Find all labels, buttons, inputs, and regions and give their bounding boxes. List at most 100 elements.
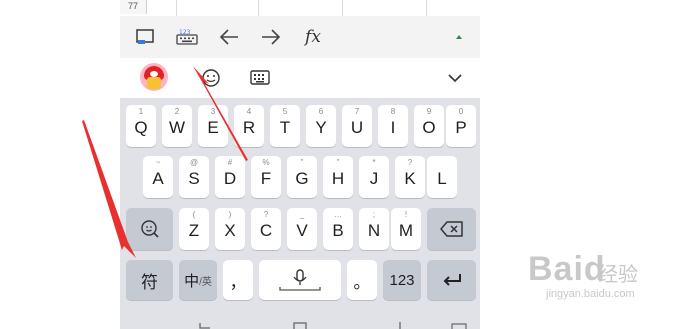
key-label: P bbox=[455, 118, 467, 137]
key-label: G bbox=[295, 169, 309, 188]
key-c[interactable]: ? C bbox=[251, 208, 281, 250]
key-e[interactable]: 3E bbox=[198, 105, 228, 147]
insert-function-button[interactable]: fx bbox=[300, 24, 326, 50]
comma-key[interactable]: ， bbox=[223, 260, 253, 300]
key-label: J bbox=[369, 169, 379, 188]
key-hint: * bbox=[372, 158, 376, 167]
emoji-button[interactable] bbox=[200, 67, 222, 89]
key-hint: 7 bbox=[354, 107, 360, 116]
lang-alt-label: /英 bbox=[199, 276, 212, 288]
key-n[interactable]: ; N bbox=[359, 208, 389, 250]
key-hint: # bbox=[227, 158, 233, 167]
symbols-key[interactable]: 符 bbox=[126, 260, 173, 300]
key-hint: " bbox=[336, 158, 340, 167]
column-divider bbox=[176, 0, 177, 16]
key-w[interactable]: 2W bbox=[162, 105, 192, 147]
key-label: X bbox=[224, 221, 236, 240]
move-left-button[interactable] bbox=[216, 24, 242, 50]
enter-key[interactable] bbox=[427, 260, 476, 300]
key-j[interactable]: * J bbox=[359, 156, 389, 198]
move-right-button[interactable] bbox=[258, 24, 284, 50]
nav-icons bbox=[199, 322, 467, 329]
watermark-brand-cn: 经验 bbox=[598, 264, 638, 286]
key-label: I bbox=[390, 118, 396, 137]
key-label: B bbox=[332, 221, 344, 240]
key-f[interactable]: % F bbox=[251, 156, 281, 198]
key-label: N bbox=[367, 221, 381, 240]
key-hint: @ bbox=[189, 158, 199, 167]
key-hint: ) bbox=[228, 210, 232, 219]
key-label: W bbox=[168, 118, 186, 137]
key-s[interactable]: @ S bbox=[179, 156, 209, 198]
key-label: F bbox=[260, 169, 272, 188]
ime-avatar-icon[interactable] bbox=[140, 63, 168, 91]
key-hint: ? bbox=[263, 210, 269, 219]
key-t[interactable]: 5T bbox=[270, 105, 300, 147]
key-label: H bbox=[331, 169, 345, 188]
key-label: C bbox=[259, 221, 273, 240]
backspace-key[interactable] bbox=[427, 208, 476, 250]
key-hint: 5 bbox=[282, 107, 288, 116]
key-q[interactable]: 1Q bbox=[126, 105, 156, 147]
enter-icon bbox=[443, 274, 461, 286]
key-i[interactable]: 8I bbox=[378, 105, 408, 147]
window-toggle-button[interactable] bbox=[132, 24, 158, 50]
numeric-keyboard-button[interactable]: 123 bbox=[172, 24, 202, 50]
key-o[interactable]: 9O bbox=[414, 105, 444, 147]
key-k[interactable]: ? K bbox=[395, 156, 425, 198]
space-voice-key[interactable] bbox=[259, 260, 341, 300]
key-label: V bbox=[296, 221, 308, 240]
key-hint: ( bbox=[192, 210, 196, 219]
column-divider bbox=[342, 0, 343, 16]
key-m[interactable]: ! M bbox=[391, 208, 421, 250]
key-label: O bbox=[422, 118, 436, 137]
key-hint: ! bbox=[404, 210, 408, 219]
key-hint: _ bbox=[299, 210, 305, 219]
numbers-key[interactable]: 123 bbox=[383, 260, 421, 300]
key-label: S bbox=[188, 169, 200, 188]
key-d[interactable]: # D bbox=[215, 156, 245, 198]
key-y[interactable]: 6Y bbox=[306, 105, 336, 147]
key-x[interactable]: ) X bbox=[215, 208, 245, 250]
key-r[interactable]: 4R bbox=[234, 105, 264, 147]
caret-up-icon bbox=[456, 35, 462, 39]
hide-keyboard-button[interactable] bbox=[444, 68, 466, 88]
period-key[interactable]: 。 bbox=[347, 260, 377, 300]
numeric-keyboard-icon: 123 bbox=[176, 29, 198, 45]
key-g[interactable]: " G bbox=[287, 156, 317, 198]
key-hint: " bbox=[300, 158, 304, 167]
key-l[interactable]: L bbox=[427, 156, 457, 198]
key-u[interactable]: 7U bbox=[342, 105, 372, 147]
collapse-toolbar-button[interactable] bbox=[448, 30, 470, 44]
key-hint: 2 bbox=[174, 107, 180, 116]
arrow-right-icon bbox=[262, 29, 281, 45]
baidu-watermark: Baid 经验 jingyan.baidu.com bbox=[528, 244, 678, 314]
key-hint: 9 bbox=[426, 107, 432, 116]
key-label: Z bbox=[188, 221, 200, 240]
key-z[interactable]: (Z bbox=[179, 208, 209, 250]
emoji-icon bbox=[202, 69, 220, 87]
key-h[interactable]: " H bbox=[323, 156, 353, 198]
keyboard-icon bbox=[250, 70, 270, 85]
key-label: U bbox=[350, 118, 364, 137]
phone-screen: 77 123 fx 1 Q 2 W 3 E 4 R 5 T 6 Y 7 U 8 … bbox=[120, 0, 480, 329]
backspace-icon bbox=[439, 221, 463, 237]
keyboard-switch-button[interactable] bbox=[248, 67, 272, 89]
key-v[interactable]: _ V bbox=[287, 208, 317, 250]
column-divider bbox=[258, 0, 259, 16]
ime-toolbar bbox=[120, 58, 480, 98]
key-hint: 6 bbox=[318, 107, 324, 116]
watermark-url: jingyan.baidu.com bbox=[546, 288, 635, 300]
key-a[interactable]: ~ A bbox=[143, 156, 173, 198]
window-icon bbox=[136, 29, 154, 44]
key-hint: 8 bbox=[390, 107, 396, 116]
key-hint: ~ bbox=[155, 158, 161, 167]
key-label: A bbox=[152, 169, 164, 188]
key-b[interactable]: … B bbox=[323, 208, 353, 250]
ime-smiley-key[interactable] bbox=[126, 208, 173, 250]
row-number[interactable]: 77 bbox=[120, 0, 147, 14]
key-p[interactable]: 0P bbox=[446, 105, 476, 147]
formula-toolbar: 123 fx bbox=[120, 16, 480, 59]
language-switch-key[interactable]: 中/英 bbox=[179, 260, 217, 300]
key-label: Y bbox=[315, 118, 327, 137]
